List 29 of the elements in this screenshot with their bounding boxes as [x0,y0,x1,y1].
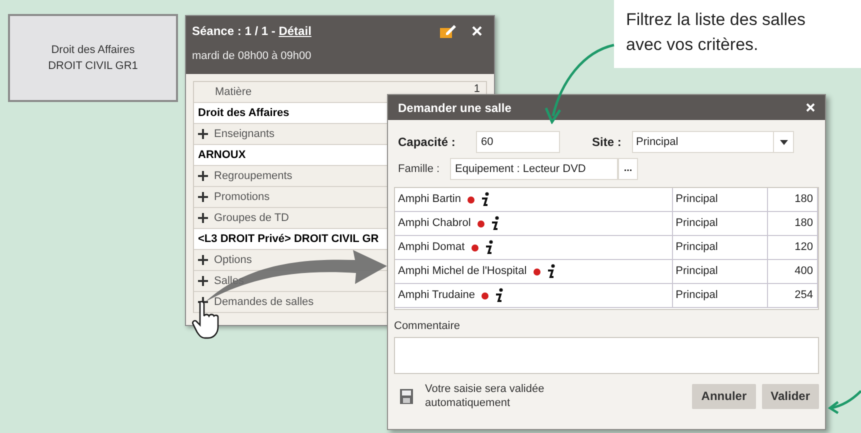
row-value: ARNOUX [198,148,246,163]
room-capacity: 400 [794,264,813,280]
room-capacity: 120 [794,240,813,256]
card-subject: Droit des Affaires [51,42,135,58]
room-site: Principal [676,240,718,256]
room-site: Principal [676,288,718,304]
dialog-title: Demander une salle [398,100,512,116]
row-label: Matière [215,84,252,100]
callout-text: Filtrez la liste des salles [626,9,807,31]
row-count: 1 [474,84,480,95]
room-capacity: 254 [794,288,813,304]
room-name: Amphi Bartin [398,192,461,208]
panel-subtitle: mardi de 08h00 à 09h00 [192,49,312,64]
room-name: Amphi Michel de l'Hospital [398,264,527,280]
site-label: Site : [592,134,622,151]
room-site: Principal [676,192,718,208]
panel-title: Séance : 1 / 1 - Détail [192,23,312,40]
row-value: <L3 DROIT Privé> DROIT CIVIL GR [198,232,379,247]
autosave-note: Votre saisie sera validée automatiquement [425,382,546,410]
room-name: Amphi Chabrol [398,216,471,232]
room-capacity: 180 [794,192,813,208]
card-group: DROIT CIVIL GR1 [48,58,138,74]
callout-text: avec vos critères. [626,34,760,56]
room-name: Amphi Domat [398,240,465,256]
comment-label: Commentaire [394,319,462,334]
room-capacity: 180 [794,216,813,232]
room-site: Principal [676,264,718,280]
room-site: Principal [676,216,718,232]
row-value: Droit des Affaires [198,106,290,121]
